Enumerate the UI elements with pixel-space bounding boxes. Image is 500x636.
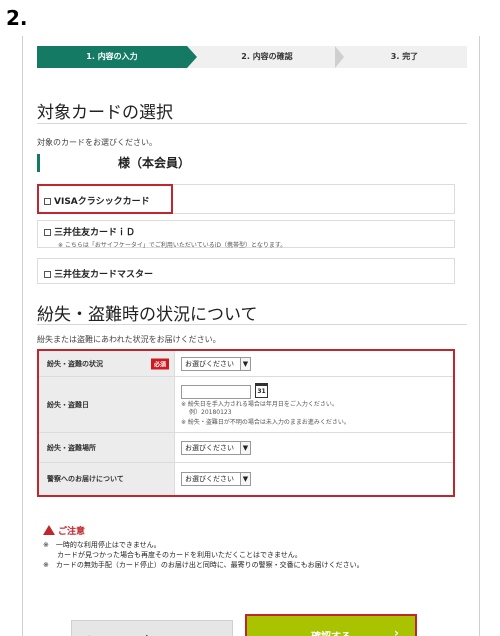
situation-section-title: 紛失・盗難時の状況について bbox=[37, 305, 258, 325]
select-value: お選びください bbox=[185, 360, 234, 368]
card-section-title: 対象カードの選択 bbox=[37, 103, 173, 123]
select-value: お選びください bbox=[185, 475, 234, 483]
situation-form: 紛失・盗難の状況 必須 お選びください ▼ 紛失・盗難日 31 ※ 紛失日を手入… bbox=[37, 349, 455, 497]
member-label: 様（本会員） bbox=[37, 154, 190, 172]
caution-item: ※ 一時的な利用停止はできません。 bbox=[43, 541, 161, 549]
progress-step-input: 1. 内容の入力 bbox=[37, 46, 197, 68]
situation-section-instruction: 紛失または盗難にあわれた状況をお届けください。 bbox=[37, 335, 221, 344]
situation-select[interactable]: お選びください ▼ bbox=[181, 357, 251, 371]
chevron-down-icon: ▼ bbox=[240, 442, 250, 454]
back-button[interactable]: ‹ 戻る bbox=[71, 620, 233, 636]
chevron-down-icon: ▼ bbox=[240, 473, 250, 485]
card-option-id[interactable]: 三井住友カードｉＤ ※ こちらは「おサイフケータイ」でご利用いただいているiD（… bbox=[38, 225, 454, 249]
date-example: 例）20180123 bbox=[189, 409, 232, 416]
form-panel: 1. 内容の入力 2. 内容の確認 3. 完了 対象カードの選択 対象のカードを… bbox=[22, 36, 480, 636]
confirm-button-label: 確認する bbox=[247, 628, 415, 636]
caution-title-text: ご注意 bbox=[58, 527, 86, 537]
field-label: 警察へのお届けについて bbox=[39, 463, 175, 495]
select-value: お選びください bbox=[185, 444, 234, 452]
checkbox-icon[interactable] bbox=[44, 229, 51, 236]
form-row-situation: 紛失・盗難の状況 必須 お選びください ▼ bbox=[39, 351, 453, 377]
chevron-down-icon: ▼ bbox=[240, 358, 250, 370]
date-note: ※ 紛失日を手入力される場合は年月日をご入力ください。 bbox=[181, 401, 338, 408]
card-section-instruction: 対象のカードをお選びください。 bbox=[37, 138, 157, 147]
card-option-master[interactable]: 三井住友カードマスター bbox=[38, 267, 454, 280]
card-name: 三井住友カードｉＤ bbox=[54, 228, 136, 238]
highlight-frame bbox=[37, 184, 173, 214]
back-button-label: 戻る bbox=[72, 632, 232, 636]
form-row-police: 警察へのお届けについて お選びください ▼ bbox=[39, 463, 453, 495]
caution-item: ※ カードの無効手配（カード停止）のお届け出と同時に、最寄りの警察・交番にもお届… bbox=[43, 561, 364, 569]
caution-title: ご注意 bbox=[43, 524, 85, 537]
card-note: ※ こちらは「おサイフケータイ」でご利用いただいているiD（携帯型）となります。 bbox=[58, 242, 287, 249]
progress-step-complete: 3. 完了 bbox=[342, 46, 467, 68]
card-option-box: 三井住友カードマスター bbox=[37, 258, 455, 284]
divider bbox=[37, 123, 467, 124]
police-select[interactable]: お選びください ▼ bbox=[181, 472, 251, 486]
progress-step-confirm: 2. 内容の確認 bbox=[202, 46, 332, 68]
chevron-right-icon: › bbox=[394, 626, 399, 636]
step-number: 2. bbox=[6, 6, 28, 30]
confirm-button[interactable]: 確認する › bbox=[245, 614, 417, 636]
caution-item: カードが見つかった場合も再度そのカードを利用いただくことはできません。 bbox=[43, 551, 302, 559]
progress-step-label: 3. 完了 bbox=[390, 52, 419, 61]
field-label: 紛失・盗難日 bbox=[39, 377, 175, 432]
progress-arrow-icon bbox=[187, 46, 197, 68]
calendar-icon[interactable]: 31 bbox=[255, 383, 268, 398]
place-select[interactable]: お選びください ▼ bbox=[181, 441, 251, 455]
calendar-day: 31 bbox=[257, 388, 266, 395]
divider bbox=[37, 324, 467, 325]
form-row-date: 紛失・盗難日 31 ※ 紛失日を手入力される場合は年月日をご入力ください。 例）… bbox=[39, 377, 453, 433]
caution-list: ※ 一時的な利用停止はできません。 カードが見つかった場合も再度そのカードを利用… bbox=[43, 540, 364, 570]
checkbox-icon[interactable] bbox=[44, 271, 51, 278]
progress-step-label: 1. 内容の入力 bbox=[86, 52, 138, 61]
progress-steps: 1. 内容の入力 2. 内容の確認 3. 完了 bbox=[37, 46, 467, 68]
date-input[interactable] bbox=[181, 385, 251, 399]
warning-icon bbox=[43, 525, 55, 535]
required-badge: 必須 bbox=[151, 358, 170, 369]
progress-step-label: 2. 内容の確認 bbox=[241, 52, 293, 61]
card-name: 三井住友カードマスター bbox=[54, 270, 154, 280]
field-label: 紛失・盗難場所 bbox=[39, 433, 175, 462]
card-option-box: 三井住友カードｉＤ ※ こちらは「おサイフケータイ」でご利用いただいているiD（… bbox=[37, 220, 455, 249]
date-note: ※ 紛失・盗難日が不明の場合は未入力のままお進みください。 bbox=[181, 419, 350, 426]
form-row-place: 紛失・盗難場所 お選びください ▼ bbox=[39, 433, 453, 463]
